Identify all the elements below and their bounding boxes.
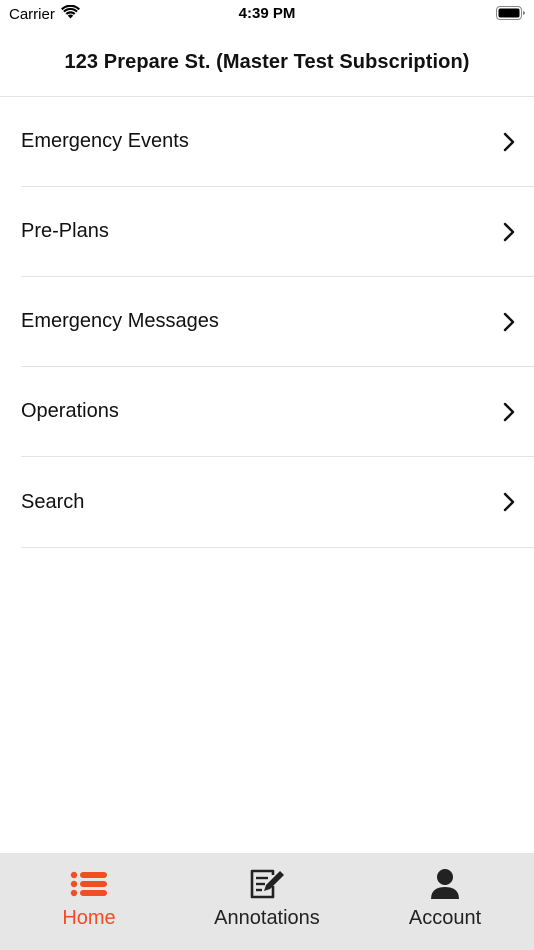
- menu-item-label: Operations: [21, 400, 119, 422]
- menu-item-label: Pre-Plans: [21, 220, 109, 242]
- menu-item-operations[interactable]: Operations: [21, 367, 534, 457]
- menu-list: Emergency Events Pre-Plans Emergency Mes…: [0, 97, 534, 548]
- chevron-right-icon: [502, 492, 516, 512]
- battery-icon: [496, 6, 526, 21]
- tab-label: Annotations: [214, 907, 320, 929]
- menu-item-label: Search: [21, 490, 85, 513]
- menu-item-emergency-events[interactable]: Emergency Events: [21, 97, 534, 187]
- page-title: 123 Prepare St. (Master Test Subscriptio…: [64, 50, 470, 73]
- navigation-bar: 123 Prepare St. (Master Test Subscriptio…: [0, 28, 534, 97]
- tab-bar: Home Annotations Account: [0, 853, 534, 950]
- tab-annotations[interactable]: Annotations: [178, 853, 356, 950]
- tab-home[interactable]: Home: [0, 853, 178, 950]
- chevron-right-icon: [502, 312, 516, 332]
- menu-item-emergency-messages[interactable]: Emergency Messages: [21, 277, 534, 367]
- chevron-right-icon: [502, 222, 516, 242]
- tab-label: Account: [408, 907, 482, 929]
- menu-item-pre-plans[interactable]: Pre-Plans: [21, 187, 534, 277]
- menu-item-label: Emergency Messages: [21, 310, 219, 332]
- clock: 4:39 PM: [238, 5, 296, 22]
- tab-account[interactable]: Account: [356, 853, 534, 950]
- status-bar: Carrier 4:39 PM: [0, 0, 534, 28]
- list-icon: [69, 867, 109, 901]
- menu-item-label: Emergency Events: [21, 130, 189, 152]
- person-icon: [425, 867, 465, 901]
- tab-label: Home: [62, 907, 116, 929]
- chevron-right-icon: [502, 402, 516, 422]
- edit-note-icon: [247, 867, 287, 901]
- menu-item-search[interactable]: Search: [21, 457, 534, 548]
- chevron-right-icon: [502, 132, 516, 152]
